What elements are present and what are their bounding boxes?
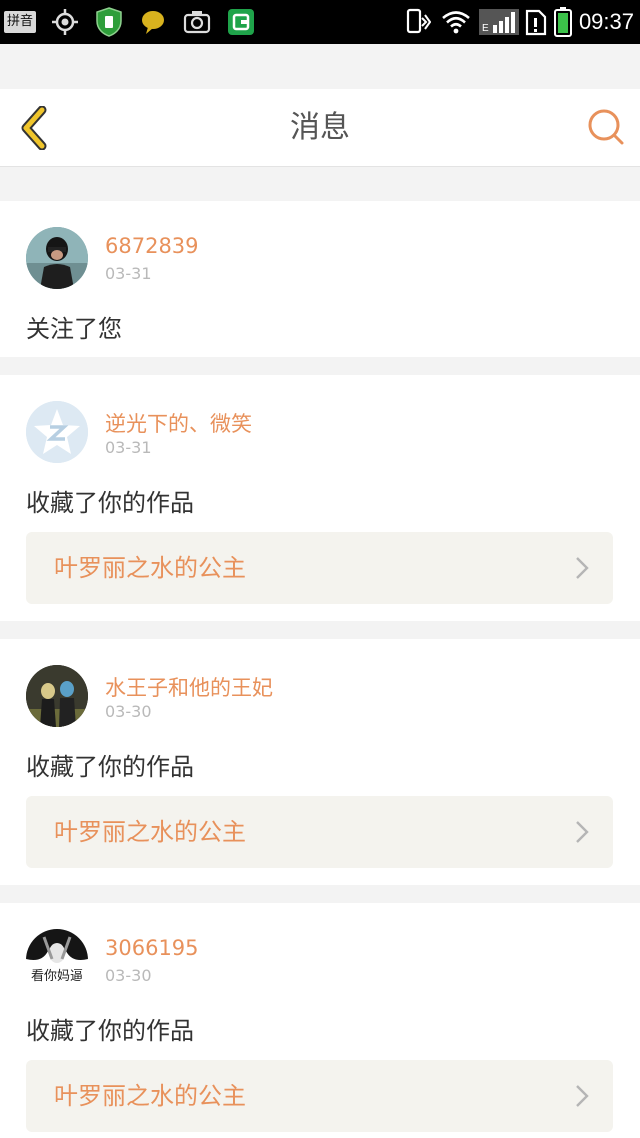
message-date: 03-30 <box>105 966 152 985</box>
chat-bubble-icon <box>138 7 168 37</box>
back-button[interactable] <box>14 105 54 151</box>
search-icon <box>588 109 624 145</box>
message-date: 03-31 <box>105 438 152 457</box>
message-action: 收藏了你的作品 <box>26 1017 194 1045</box>
work-link[interactable]: 叶罗丽之水的公主 <box>26 796 613 868</box>
chevron-right-icon <box>576 557 589 579</box>
status-bar-left: 拼音 <box>4 6 270 38</box>
back-chevron-icon <box>21 106 47 150</box>
gps-icon <box>50 7 80 37</box>
wifi-icon <box>441 7 471 37</box>
chevron-right-icon <box>576 1085 589 1107</box>
avatar[interactable] <box>26 401 88 463</box>
app-badge-icon <box>226 7 256 37</box>
username[interactable]: 水王子和他的王妃 <box>105 672 273 702</box>
sim-alert-icon <box>525 7 547 37</box>
ime-indicator: 拼音 <box>4 11 36 33</box>
top-bar: 消息 <box>0 89 640 167</box>
message-date: 03-31 <box>105 264 152 283</box>
status-bar: 拼音 E 09:37 <box>0 0 640 44</box>
message-action: 收藏了你的作品 <box>26 489 194 517</box>
avatar[interactable] <box>26 665 88 727</box>
screenshot-icon <box>182 7 212 37</box>
work-link[interactable]: 叶罗丽之水的公主 <box>26 1060 613 1132</box>
chevron-right-icon <box>576 821 589 843</box>
message-item[interactable]: 6872839 03-31 关注了您 <box>0 201 640 357</box>
username[interactable]: 6872839 <box>105 234 199 258</box>
search-button[interactable] <box>586 107 626 147</box>
phone-vibrate-icon <box>403 7 433 37</box>
message-item[interactable]: 水王子和他的王妃 03-30 收藏了你的作品 叶罗丽之水的公主 <box>0 639 640 885</box>
message-date: 03-30 <box>105 702 152 721</box>
message-action: 收藏了你的作品 <box>26 753 194 781</box>
signal-icon: E <box>478 9 519 35</box>
username[interactable]: 3066195 <box>105 936 199 960</box>
avatar-caption: 看你妈逼 <box>30 969 83 984</box>
work-title: 叶罗丽之水的公主 <box>54 1082 246 1110</box>
work-link[interactable]: 叶罗丽之水的公主 <box>26 532 613 604</box>
shield-icon <box>94 7 124 37</box>
work-title: 叶罗丽之水的公主 <box>54 554 246 582</box>
message-action: 关注了您 <box>26 315 122 343</box>
battery-icon <box>553 7 573 37</box>
work-title: 叶罗丽之水的公主 <box>54 818 246 846</box>
username[interactable]: 逆光下的、微笑 <box>105 408 252 438</box>
avatar[interactable] <box>26 227 88 289</box>
status-bar-right: E 09:37 <box>403 6 634 38</box>
page-title: 消息 <box>290 110 350 145</box>
message-item[interactable]: 看你妈逼 3066195 03-30 收藏了你的作品 叶罗丽之水的公主 <box>0 903 640 1138</box>
message-item[interactable]: 逆光下的、微笑 03-31 收藏了你的作品 叶罗丽之水的公主 <box>0 375 640 621</box>
avatar[interactable]: 看你妈逼 <box>26 929 88 991</box>
clock: 09:37 <box>578 9 634 34</box>
